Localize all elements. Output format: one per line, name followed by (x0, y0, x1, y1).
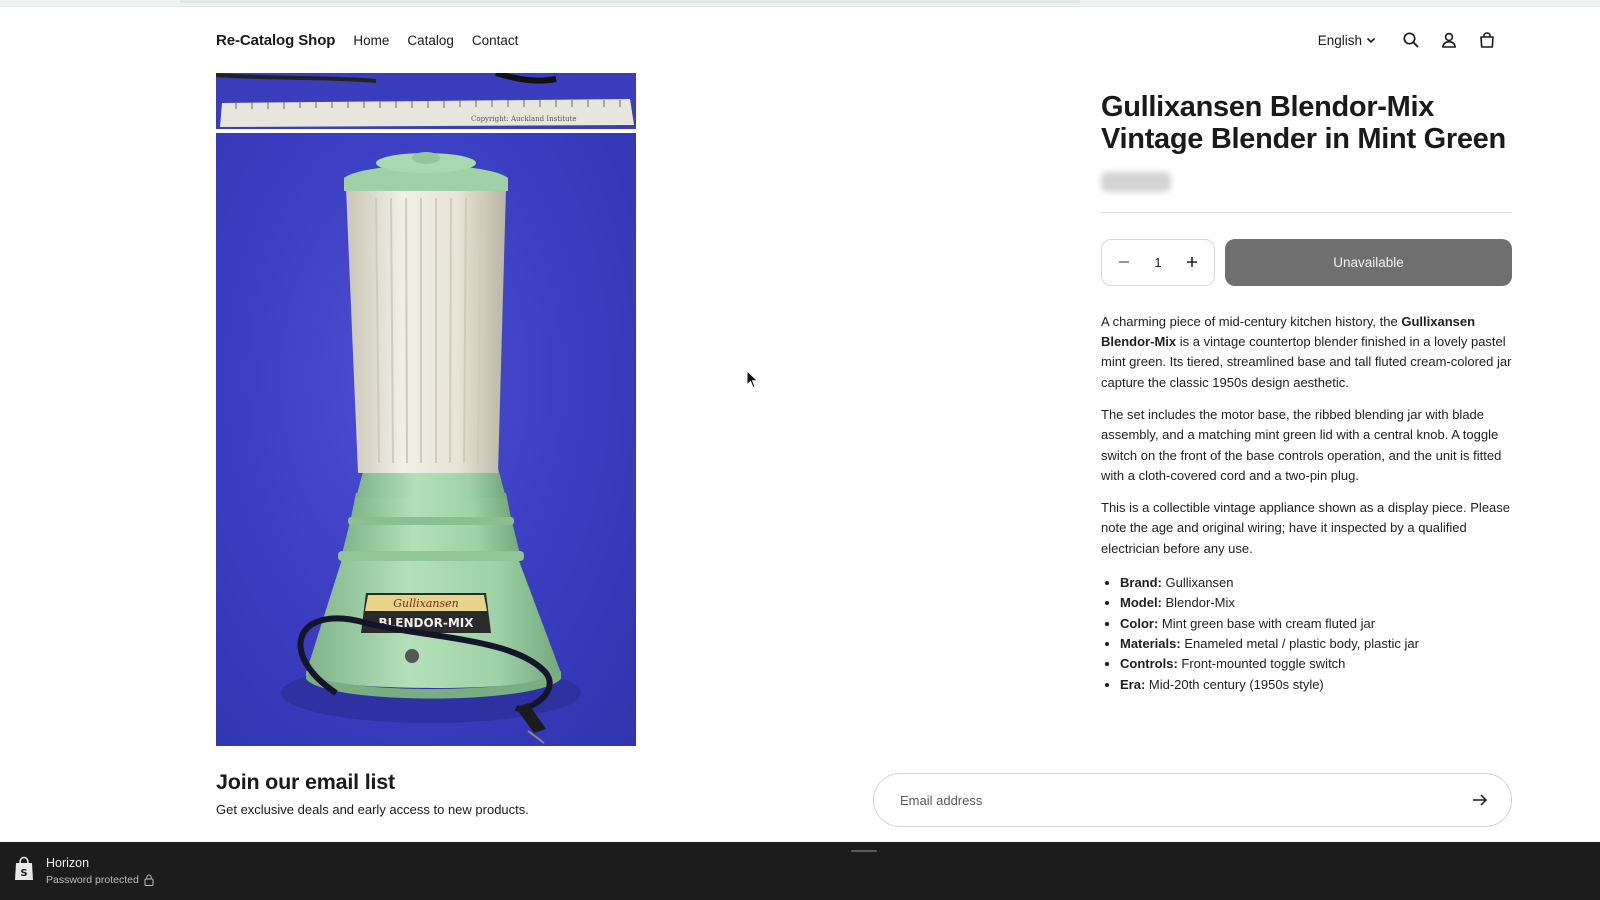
product-price-placeholder (1101, 171, 1171, 192)
email-field[interactable] (900, 792, 1465, 808)
quantity-input[interactable] (1143, 254, 1173, 270)
product-image-ruler[interactable]: Copyright: Auckland Institute (216, 73, 636, 129)
chevron-down-icon (1366, 37, 1376, 44)
spec-label: Materials: (1120, 635, 1181, 651)
newsletter-form (873, 773, 1512, 827)
preview-bar-handle[interactable] (851, 850, 877, 852)
ruler-copyright: Copyright: Auckland Institute (471, 115, 577, 123)
spec-value: Blendor-Mix (1161, 595, 1235, 611)
spec-label: Model: (1120, 595, 1162, 611)
spec-item-brand: Brand: Gullixansen (1120, 573, 1512, 593)
cart-icon (1480, 32, 1494, 48)
spec-item-model: Model: Blendor-Mix (1120, 593, 1512, 613)
spec-item-materials: Materials: Enameled metal / plastic body… (1120, 634, 1512, 654)
description-paragraph-1: A charming piece of mid-century kitchen … (1101, 312, 1512, 393)
cart-button[interactable] (1468, 25, 1506, 55)
nav-home[interactable]: Home (353, 33, 389, 48)
account-icon (1442, 32, 1456, 48)
spec-list: Brand: Gullixansen Model: Blendor-Mix Co… (1101, 573, 1512, 695)
preview-bar: S Horizon Password protected (0, 842, 1600, 900)
header-actions: English (1318, 25, 1506, 55)
quantity-decrease-button[interactable] (1110, 248, 1138, 276)
search-icon (1403, 32, 1419, 48)
spec-item-color: Color: Mint green base with cream fluted… (1120, 614, 1512, 634)
spec-value: Mint green base with cream fluted jar (1158, 615, 1376, 631)
product-description: A charming piece of mid-century kitchen … (1101, 312, 1512, 695)
blender-photo: Gullixansen BLENDOR-MIX (281, 152, 581, 744)
description-p1-intro: A charming piece of mid-century kitchen … (1101, 313, 1402, 329)
purchase-row: Unavailable (1101, 238, 1512, 286)
lock-icon (144, 874, 154, 886)
nav-contact[interactable]: Contact (472, 33, 519, 48)
store-logo[interactable]: Re-Catalog Shop (216, 32, 335, 49)
quantity-increase-button[interactable] (1178, 248, 1206, 276)
main-nav: Home Catalog Contact (353, 33, 518, 48)
language-selector[interactable]: English (1318, 33, 1376, 48)
top-loading-strip (0, 0, 1600, 7)
product-image-main[interactable]: Gullixansen BLENDOR-MIX (216, 133, 636, 746)
email-submit-button[interactable] (1465, 785, 1495, 815)
minus-icon (1119, 261, 1129, 263)
spec-item-era: Era: Mid-20th century (1950s style) (1120, 675, 1512, 695)
product-info: Gullixansen Blendor-Mix Vintage Blender … (1101, 91, 1512, 695)
unavailable-button[interactable]: Unavailable (1225, 238, 1512, 286)
strip-highlight (180, 0, 1080, 3)
spec-value: Mid-20th century (1950s style) (1145, 676, 1324, 692)
description-paragraph-3: This is a collectible vintage appliance … (1101, 500, 1511, 556)
site-header: Re-Catalog Shop Home Catalog Contact Eng… (216, 22, 1506, 58)
mouse-cursor (746, 370, 759, 389)
nav-catalog[interactable]: Catalog (407, 33, 454, 48)
svg-text:S: S (20, 868, 27, 879)
password-status-label: Password protected (46, 874, 139, 886)
plus-icon (1187, 257, 1197, 268)
quantity-stepper (1101, 238, 1215, 286)
blender-label-brand: Gullixansen (393, 597, 459, 610)
spec-label: Controls: (1120, 656, 1178, 672)
search-button[interactable] (1392, 25, 1430, 55)
account-button[interactable] (1430, 25, 1468, 55)
store-name: Horizon (46, 856, 90, 870)
newsletter-title: Join our email list (216, 770, 395, 794)
password-status: Password protected (46, 874, 154, 886)
spec-label: Color: (1120, 615, 1159, 631)
language-label: English (1317, 32, 1362, 48)
spec-label: Era: (1120, 676, 1146, 692)
spec-label: Brand: (1120, 575, 1162, 591)
shopify-bag-icon: S (15, 856, 33, 880)
ruler-photo: Copyright: Auckland Institute (216, 73, 636, 129)
product-title: Gullixansen Blendor-Mix Vintage Blender … (1101, 91, 1506, 155)
arrow-right-icon (1473, 794, 1488, 806)
spec-value: Front-mounted toggle switch (1177, 656, 1346, 672)
price-divider (1101, 211, 1512, 213)
newsletter-subtitle: Get exclusive deals and early access to … (216, 802, 529, 817)
spec-item-controls: Controls: Front-mounted toggle switch (1120, 654, 1512, 674)
spec-value: Enameled metal / plastic body, plastic j… (1180, 635, 1419, 651)
description-paragraph-2: The set includes the motor base, the rib… (1101, 406, 1502, 483)
spec-value: Gullixansen (1161, 575, 1234, 591)
